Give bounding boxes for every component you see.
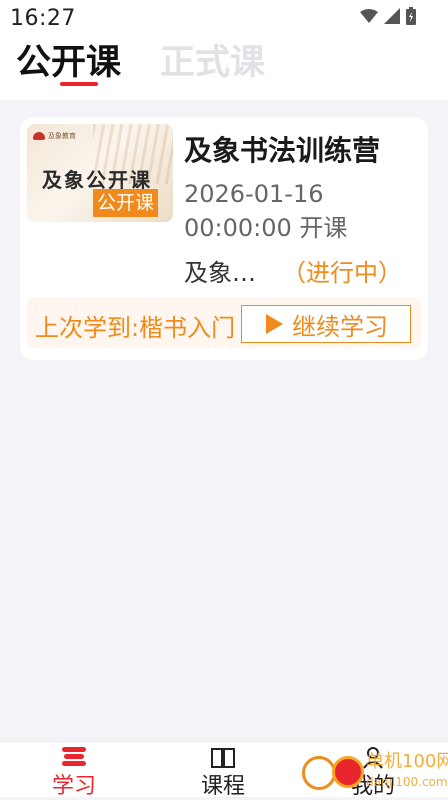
study-icon	[62, 747, 86, 766]
brand-logo-text: 及象教育	[48, 132, 76, 140]
continue-learning-label: 继续学习	[292, 312, 388, 341]
battery-icon	[406, 7, 416, 25]
top-bar: 16:27 公开课 正式课	[0, 0, 448, 100]
watermark-text: 单机100网 danji100.com	[366, 752, 448, 792]
active-tab-indicator	[60, 82, 98, 86]
learning-progress-bar: 上次学到:楷书入门 继续学习	[27, 298, 421, 348]
nav-label-study: 学习	[51, 774, 96, 799]
nav-label-course: 课程	[200, 774, 245, 799]
status-icons	[360, 7, 416, 25]
watermark-logo: 单机100网 danji100.com	[298, 748, 448, 796]
course-date: 2026-01-16	[184, 180, 324, 208]
watermark-dot-icon	[332, 756, 364, 788]
continue-learning-button[interactable]: 继续学习	[241, 305, 411, 343]
nav-item-study[interactable]: 学习	[19, 742, 129, 799]
watermark-text-line1: 单机100网	[366, 751, 448, 772]
thumbnail-badge: 公开课	[93, 189, 159, 217]
course-thumbnail: 及象教育 及象公开课 公开课	[27, 124, 173, 222]
wifi-icon	[360, 9, 378, 23]
course-start-time: 00:00:00 开课	[184, 214, 348, 242]
play-icon	[266, 314, 283, 334]
book-icon	[211, 748, 235, 768]
course-teacher: 及象书法	[184, 259, 264, 287]
course-status-badge: （进行中）	[282, 259, 402, 287]
watermark-ring-icon	[302, 756, 336, 790]
course-card[interactable]: 及象教育 及象公开课 公开课 及象书法训练营 2026-01-16 00:00:…	[20, 117, 428, 360]
nav-item-course[interactable]: 课程	[168, 742, 278, 799]
status-time: 16:27	[10, 6, 76, 31]
tab-open-course[interactable]: 公开课	[16, 40, 121, 86]
course-title: 及象书法训练营	[184, 134, 381, 167]
tab-formal-course[interactable]: 正式课	[160, 40, 265, 86]
signal-icon	[384, 8, 400, 24]
brand-logo: 及象教育	[33, 131, 76, 141]
brand-logo-icon	[33, 132, 45, 140]
last-learned-text: 上次学到:楷书入门	[35, 314, 236, 342]
watermark-text-line2: danji100.com	[366, 775, 448, 789]
